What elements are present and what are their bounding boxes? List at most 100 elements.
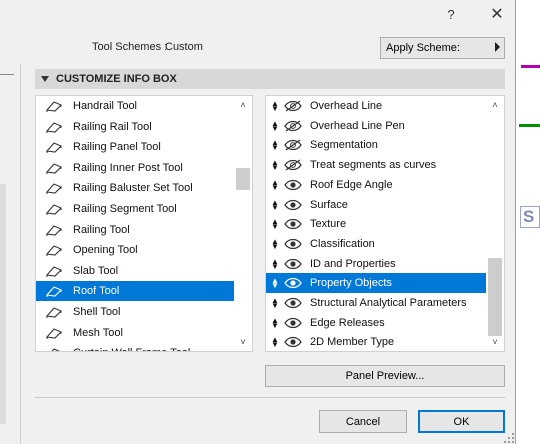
- info-box-dialog: ? ✕ Tool Schemes : Custom Apply Scheme: …: [0, 0, 516, 444]
- panel-preview-button[interactable]: Panel Preview...: [265, 365, 505, 387]
- tool-list-item[interactable]: Slab Tool: [36, 261, 234, 281]
- tool-list-scrollbar[interactable]: ˄ ˅: [234, 96, 252, 351]
- tool-list-item[interactable]: Railing Baluster Set Tool: [36, 178, 234, 198]
- eye-icon[interactable]: [284, 199, 302, 211]
- property-list-item-label: Structural Analytical Parameters: [310, 297, 467, 309]
- property-list-item[interactable]: ▲ ▼ Edge Releases: [266, 313, 490, 333]
- tool-list[interactable]: Curtain Wall Frame Tool Mesh Tool Shell To…: [35, 95, 253, 352]
- eye-icon[interactable]: [284, 218, 302, 230]
- customize-info-box-header[interactable]: CUSTOMIZE INFO BOX: [35, 69, 505, 89]
- tool-list-item-label: Opening Tool: [73, 244, 138, 257]
- reorder-arrows-icon[interactable]: ▲ ▼: [270, 257, 280, 270]
- property-list-item[interactable]: ▲ ▼ Roof Edge Angle: [266, 175, 490, 195]
- eye-icon[interactable]: [284, 297, 302, 309]
- scroll-up-icon[interactable]: ˄: [486, 98, 504, 112]
- tool-list-item[interactable]: Railing Segment Tool: [36, 199, 234, 219]
- property-list-item[interactable]: ▲ ▼ Overhead Line: [266, 96, 490, 116]
- reorder-arrows-icon[interactable]: ▲ ▼: [270, 336, 280, 349]
- property-list-item[interactable]: ▲ ▼ Segmentation: [266, 135, 490, 155]
- tool-list-item[interactable]: Railing Inner Post Tool: [36, 158, 234, 178]
- tool-list-item-label: Roof Tool: [73, 285, 120, 298]
- left-panel-slot: [0, 184, 6, 424]
- property-list-item-label: Classification: [310, 237, 375, 250]
- canvas-label-fragment: S: [520, 206, 540, 228]
- close-icon: ✕: [490, 6, 504, 23]
- property-list-item[interactable]: ▲ ▼ Structural Analytical Parameters: [266, 293, 490, 313]
- eye-hidden-icon[interactable]: [284, 159, 302, 171]
- eye-icon[interactable]: [284, 317, 302, 329]
- property-list-item-label: Overhead Line: [310, 100, 383, 112]
- mesh-icon: [44, 326, 64, 340]
- reorder-arrows-icon[interactable]: ▲ ▼: [270, 198, 280, 211]
- reorder-arrows-icon[interactable]: ▲ ▼: [270, 237, 280, 250]
- canvas-magenta-line: [521, 65, 540, 68]
- eye-icon[interactable]: [284, 277, 302, 289]
- tool-list-item[interactable]: Mesh Tool: [36, 323, 234, 343]
- reorder-arrows-icon[interactable]: ▲ ▼: [270, 277, 280, 290]
- property-list-item[interactable]: ▲ ▼ Treat segments as curves: [266, 155, 490, 175]
- apply-scheme-button[interactable]: Apply Scheme:: [380, 37, 505, 59]
- tool-list-item-label: Railing Segment Tool: [73, 203, 177, 215]
- eye-icon[interactable]: [284, 258, 302, 270]
- left-side-panel: [0, 64, 21, 444]
- tool-list-item-label: Curtain Wall Frame Tool: [73, 347, 190, 351]
- property-list-item-label: 2D Member Type: [310, 336, 395, 349]
- reorder-arrows-icon[interactable]: ▲ ▼: [270, 119, 280, 132]
- reorder-arrows-icon[interactable]: ▲ ▼: [270, 316, 280, 329]
- reorder-arrows-icon[interactable]: ▲ ▼: [270, 178, 280, 191]
- tool-list-scroll-thumb[interactable]: [236, 168, 250, 190]
- property-list-item[interactable]: ▲ ▼ ID and Properties: [266, 254, 490, 274]
- help-button[interactable]: ?: [430, 0, 472, 28]
- close-button[interactable]: ✕: [476, 0, 518, 28]
- property-list[interactable]: ▲ ▼ 2D Member Type ▲ ▼ Edge Releases ▲ ▼ Structu…: [265, 95, 505, 352]
- property-list-item-label: Treat segments as curves: [310, 159, 437, 172]
- scroll-up-icon[interactable]: ˄: [234, 98, 252, 112]
- tool-list-item-label: Slab Tool: [73, 264, 119, 277]
- reorder-arrows-icon[interactable]: ▲ ▼: [270, 139, 280, 152]
- tool-list-item[interactable]: Handrail Tool: [36, 96, 234, 116]
- tool-list-item[interactable]: Roof Tool: [36, 281, 234, 302]
- eye-icon[interactable]: [284, 336, 302, 348]
- scroll-down-icon[interactable]: ˅: [234, 335, 252, 349]
- tool-list-item[interactable]: Opening Tool: [36, 240, 234, 260]
- eye-icon[interactable]: [284, 238, 302, 250]
- reorder-arrows-icon[interactable]: ▲ ▼: [270, 100, 280, 113]
- ok-button[interactable]: OK: [418, 410, 505, 433]
- scroll-down-icon[interactable]: ˅: [486, 335, 504, 349]
- eye-icon[interactable]: [284, 179, 302, 191]
- property-list-item[interactable]: ▲ ▼ Texture: [266, 214, 490, 234]
- tool-list-item-label: Railing Panel Tool: [73, 141, 161, 154]
- property-list-item[interactable]: ▲ ▼ Overhead Line Pen: [266, 116, 490, 136]
- tool-list-item[interactable]: Shell Tool: [36, 302, 234, 322]
- cancel-button[interactable]: Cancel: [319, 410, 407, 433]
- property-list-item[interactable]: ▲ ▼ Classification: [266, 234, 490, 254]
- eye-hidden-icon[interactable]: [284, 100, 302, 112]
- property-list-item-label: Segmentation: [310, 139, 378, 152]
- property-list-item[interactable]: ▲ ▼ Surface: [266, 195, 490, 215]
- reorder-arrows-icon[interactable]: ▲ ▼: [270, 159, 280, 172]
- property-list-scroll-thumb[interactable]: [488, 258, 502, 336]
- tool-schemes-value: Custom: [165, 41, 203, 53]
- railing-rail-icon: [44, 120, 64, 134]
- opening-icon: [44, 243, 64, 257]
- roof-icon: [44, 284, 64, 298]
- eye-hidden-icon[interactable]: [284, 120, 302, 132]
- resize-grip-icon[interactable]: [503, 432, 515, 444]
- tool-list-item[interactable]: Railing Panel Tool: [36, 137, 234, 157]
- reorder-arrows-icon[interactable]: ▲ ▼: [270, 218, 280, 231]
- eye-hidden-icon[interactable]: [284, 139, 302, 151]
- tool-list-item[interactable]: Railing Rail Tool: [36, 117, 234, 137]
- property-list-item-label: Edge Releases: [310, 316, 385, 329]
- shell-icon: [44, 305, 64, 319]
- reorder-arrows-icon[interactable]: ▲ ▼: [270, 297, 280, 310]
- railing-baluster-icon: [44, 181, 64, 195]
- tool-list-item-label: Handrail Tool: [73, 100, 138, 112]
- tool-list-item[interactable]: Railing Tool: [36, 220, 234, 240]
- property-list-item[interactable]: ▲ ▼ Property Objects: [266, 273, 490, 294]
- tool-list-item[interactable]: Curtain Wall Frame Tool: [36, 343, 234, 351]
- property-list-item[interactable]: ▲ ▼ 2D Member Type: [266, 332, 490, 351]
- curtain-wall-frame-icon: [44, 346, 64, 351]
- railing-segment-icon: [44, 202, 64, 216]
- property-list-scrollbar[interactable]: ˄ ˅: [486, 96, 504, 351]
- property-list-item-label: ID and Properties: [310, 257, 396, 270]
